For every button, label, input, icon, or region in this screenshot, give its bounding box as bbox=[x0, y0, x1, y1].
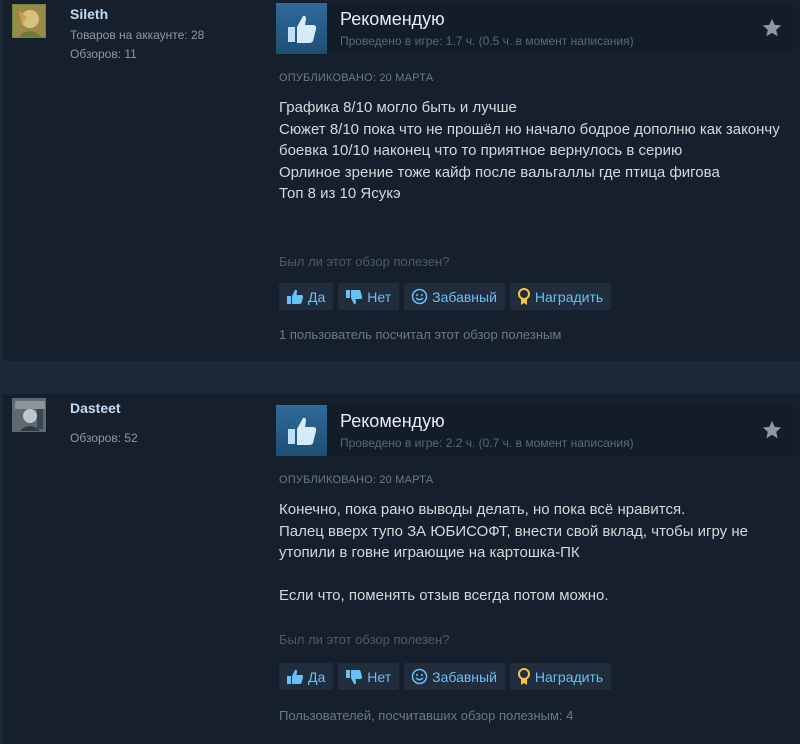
vote-no-button[interactable]: Нет bbox=[338, 663, 400, 690]
review-card: Sileth Товаров на аккаунте: 28 Обзоров: … bbox=[3, 0, 800, 361]
thumbs-up-icon bbox=[276, 3, 327, 54]
thumbs-up-icon bbox=[276, 405, 327, 456]
hours-played: Проведено в игре: 2.2 ч. (0.7 ч. в момен… bbox=[340, 436, 634, 450]
smiley-icon bbox=[411, 668, 428, 685]
review-line: Графика 8/10 могло быть и лучше bbox=[279, 99, 517, 116]
vote-yes-button[interactable]: Да bbox=[279, 663, 334, 690]
vote-funny-button[interactable]: Забавный bbox=[404, 663, 505, 690]
award-label: Наградить bbox=[534, 288, 604, 305]
vote-no-button[interactable]: Нет bbox=[338, 283, 400, 310]
review-line: Если что, поменять отзыв всегда потом мо… bbox=[279, 587, 609, 604]
vote-funny-label: Забавный bbox=[432, 668, 497, 685]
vote-header[interactable]: Рекомендую Проведено в игре: 1.7 ч. (0.5… bbox=[276, 3, 793, 54]
vote-yes-label: Да bbox=[308, 668, 326, 685]
thumbs-up-icon bbox=[287, 669, 304, 684]
avatar[interactable] bbox=[12, 398, 46, 432]
thumbs-up-icon bbox=[287, 289, 304, 304]
star-icon[interactable] bbox=[761, 419, 783, 441]
helpful-count: 1 пользователь посчитал этот обзор полез… bbox=[279, 327, 562, 342]
review-line: Топ 8 из 10 Ясукэ bbox=[279, 185, 401, 202]
num-reviews[interactable]: Обзоров: 52 bbox=[70, 431, 138, 445]
persona-name[interactable]: Dasteet bbox=[70, 400, 121, 416]
award-label: Наградить bbox=[534, 668, 604, 685]
star-icon[interactable] bbox=[761, 17, 783, 39]
vote-funny-label: Забавный bbox=[432, 288, 497, 305]
review-line: Палец вверх тупо ЗА ЮБИСОФТ, внести свой… bbox=[279, 522, 748, 562]
vote-yes-button[interactable]: Да bbox=[279, 283, 334, 310]
review-card: Dasteet Обзоров: 52 Рекомендую Проведено… bbox=[3, 394, 800, 744]
review-line: Сюжет 8/10 пока что не прошёл но начало … bbox=[279, 120, 780, 138]
smiley-icon bbox=[411, 288, 428, 305]
helpful-count: Пользователей, посчитавших обзор полезны… bbox=[279, 708, 574, 723]
review-verdict: Рекомендую bbox=[340, 9, 445, 29]
rating-controls: Да Нет Забавный Наградить bbox=[279, 663, 612, 690]
review-line: Орлиное зрение тоже кайф после вальгаллы… bbox=[279, 163, 720, 181]
helpful-question: Был ли этот обзор полезен? bbox=[279, 254, 450, 269]
num-reviews[interactable]: Обзоров: 11 bbox=[70, 47, 137, 61]
products-owned: Товаров на аккаунте: 28 bbox=[70, 28, 205, 42]
vote-header[interactable]: Рекомендую Проведено в игре: 2.2 ч. (0.7… bbox=[276, 405, 793, 456]
award-icon bbox=[517, 287, 530, 305]
hours-played: Проведено в игре: 1.7 ч. (0.5 ч. в момен… bbox=[340, 34, 634, 48]
vote-no-label: Нет bbox=[367, 668, 392, 685]
vote-no-label: Нет bbox=[367, 288, 392, 305]
review-line: Конечно, пока рано выводы делать, но пок… bbox=[279, 501, 686, 518]
review-text: Графика 8/10 могло быть и лучше Сюжет 8/… bbox=[279, 97, 789, 205]
rating-controls: Да Нет Забавный Наградить bbox=[279, 283, 612, 310]
award-button[interactable]: Наградить bbox=[509, 283, 612, 310]
thumbs-down-icon bbox=[346, 289, 363, 304]
posted-date: Опубликовано: 20 марта bbox=[279, 72, 434, 84]
award-button[interactable]: Наградить bbox=[509, 663, 612, 690]
review-text: Конечно, пока рано выводы делать, но пок… bbox=[279, 499, 789, 607]
thumbs-down-icon bbox=[346, 669, 363, 684]
vote-funny-button[interactable]: Забавный bbox=[404, 283, 505, 310]
persona-name[interactable]: Sileth bbox=[70, 6, 108, 22]
avatar[interactable] bbox=[12, 4, 46, 38]
helpful-question: Был ли этот обзор полезен? bbox=[279, 632, 450, 647]
review-line bbox=[279, 564, 789, 586]
review-line: боевка 10/10 наконец что то приятное вер… bbox=[279, 142, 683, 159]
vote-yes-label: Да bbox=[308, 288, 326, 305]
award-icon bbox=[517, 667, 530, 685]
review-verdict: Рекомендую bbox=[340, 411, 445, 431]
posted-date: Опубликовано: 20 марта bbox=[279, 474, 434, 486]
